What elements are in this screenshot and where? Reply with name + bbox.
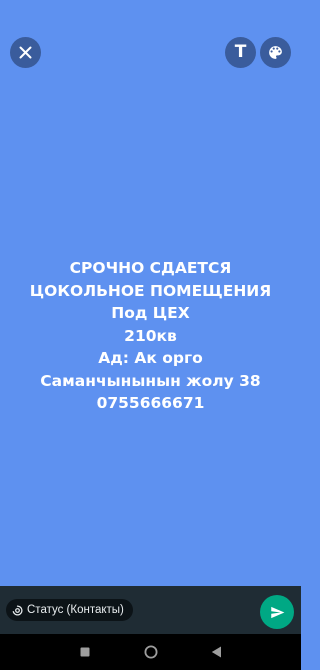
status-text-line: СРОЧНО СДАЕТСЯ: [69, 259, 232, 277]
send-icon: [270, 606, 284, 618]
bottom-panel: Статус (Контакты): [0, 586, 301, 634]
background-color-button[interactable]: [260, 37, 291, 68]
home-icon: [144, 645, 158, 659]
status-text-line: 0755666671: [96, 394, 205, 412]
status-text-content[interactable]: СРОЧНО СДАЕТСЯ ЦОКОЛЬНОЕ ПОМЕЩЕНИЯ Под Ц…: [10, 257, 291, 415]
text-tool-button[interactable]: T: [225, 37, 256, 68]
status-text-line: Ад: Ак орго: [98, 349, 203, 367]
status-audience-label: Статус (Контакты): [27, 604, 124, 616]
palette-icon: [269, 46, 282, 59]
text-tool-icon: T: [234, 42, 247, 62]
back-button[interactable]: [208, 644, 224, 660]
status-text-line: ЦОКОЛЬНОЕ ПОМЕЩЕНИЯ: [29, 281, 272, 300]
recent-apps-icon: [80, 647, 90, 657]
close-icon: [19, 46, 32, 59]
status-text-line: Саманчынынын жолу 38: [40, 371, 261, 390]
status-bar: [0, 0, 301, 24]
status-text-line: Под ЦЕХ: [111, 304, 190, 322]
send-button[interactable]: [260, 595, 294, 629]
home-button[interactable]: [143, 644, 159, 660]
back-icon: [211, 646, 221, 658]
close-button[interactable]: [10, 37, 41, 68]
status-ring-icon: [12, 604, 23, 616]
status-text-line: 210кв: [124, 326, 177, 345]
recent-apps-button[interactable]: [77, 644, 93, 660]
status-audience-chip[interactable]: Статус (Контакты): [6, 599, 133, 621]
system-navigation-bar: [0, 634, 301, 670]
